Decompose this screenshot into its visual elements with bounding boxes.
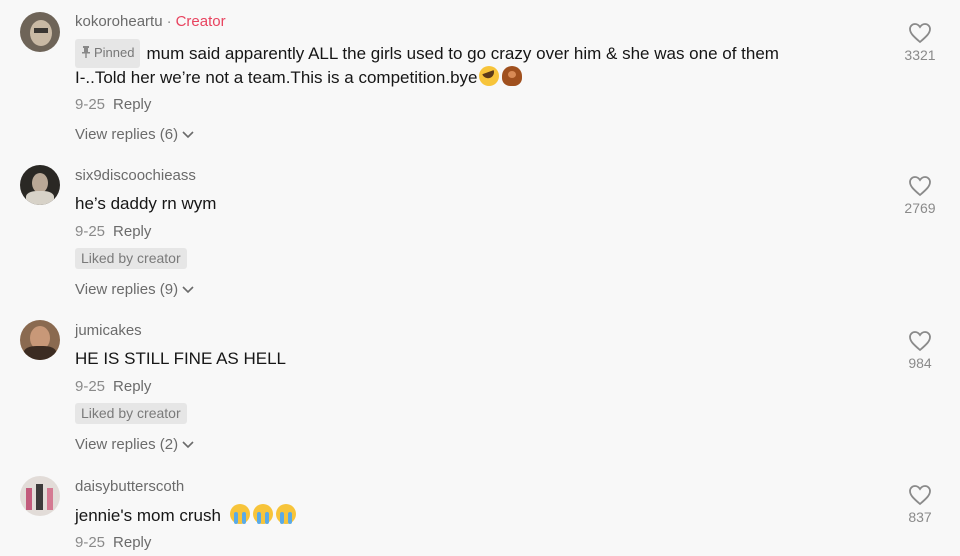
like-button[interactable]: 2769 — [890, 175, 950, 216]
separator-dot: · — [166, 13, 172, 30]
heart-outline-icon — [909, 485, 931, 506]
pinned-badge: Pinned — [75, 39, 141, 68]
comment-item: kokoroheartu · Creator Pinned mum said appa… — [0, 0, 960, 150]
rofl-emoji-icon — [478, 66, 499, 86]
comment-text: Pinned mum said apparently ALL the girls … — [75, 39, 779, 68]
view-replies-button[interactable]: View replies (9) — [75, 281, 194, 298]
orangutan-emoji-icon — [501, 66, 522, 86]
comment-username-row: kokoroheartu · Creator — [75, 13, 226, 30]
comment-text-line2: I-..Told her we’re not a team.This is a … — [75, 68, 478, 87]
comment-date: 9-25 — [75, 534, 106, 551]
like-button[interactable]: 837 — [890, 484, 950, 525]
comment-username[interactable]: jumicakes — [75, 322, 142, 339]
view-replies-label: View replies (2) — [75, 436, 179, 453]
comment-text-line1: jennie's mom crush — [75, 506, 221, 525]
view-replies-button[interactable]: View replies (2) — [75, 436, 194, 453]
pin-icon — [82, 46, 90, 58]
heart-outline-icon — [909, 331, 931, 352]
heart-outline-icon — [909, 23, 931, 44]
reply-button[interactable]: Reply — [113, 534, 151, 551]
comment-text: he’s daddy rn wym — [75, 194, 217, 213]
loudly-crying-emoji-icon — [275, 504, 296, 524]
comment-item: six9discoochieass he’s daddy rn wym 9-25… — [0, 155, 960, 305]
liked-by-creator-badge: Liked by creator — [75, 248, 187, 269]
comment-text: jennie's mom crush — [75, 503, 296, 529]
comment-date: 9-25 — [75, 223, 106, 240]
chevron-down-icon — [182, 286, 194, 294]
comment-text: HE IS STILL FINE AS HELL — [75, 349, 287, 368]
creator-badge: Creator — [175, 13, 226, 30]
like-button[interactable]: 3321 — [890, 22, 950, 63]
comment-meta: 9-25 Reply — [75, 534, 151, 551]
comment-date: 9-25 — [75, 96, 106, 113]
comment-meta: 9-25 Reply — [75, 378, 151, 395]
avatar[interactable] — [20, 476, 60, 516]
avatar[interactable] — [20, 165, 60, 205]
comment-date: 9-25 — [75, 378, 106, 395]
avatar[interactable] — [20, 12, 60, 52]
avatar[interactable] — [20, 320, 60, 360]
like-count: 2769 — [904, 200, 936, 216]
like-count: 3321 — [904, 47, 936, 63]
comment-username[interactable]: six9discoochieass — [75, 167, 196, 184]
view-replies-button[interactable]: View replies (6) — [75, 126, 194, 143]
chevron-down-icon — [182, 131, 194, 139]
heart-outline-icon — [909, 176, 931, 197]
comment-meta: 9-25 Reply — [75, 96, 151, 113]
chevron-down-icon — [182, 441, 194, 449]
comment-text-line1: mum said apparently ALL the girls used t… — [146, 44, 779, 63]
comment-meta: 9-25 Reply — [75, 223, 151, 240]
comment-text-line2-row: I-..Told her we’re not a team.This is a … — [75, 65, 522, 91]
reply-button[interactable]: Reply — [113, 378, 151, 395]
loudly-crying-emoji-icon — [252, 504, 273, 524]
loudly-crying-emoji-icon — [229, 504, 250, 524]
reply-button[interactable]: Reply — [113, 223, 151, 240]
liked-by-creator-badge: Liked by creator — [75, 403, 187, 424]
like-button[interactable]: 984 — [890, 330, 950, 371]
comment-username[interactable]: kokoroheartu — [75, 13, 163, 30]
comment-item: daisybutterscoth jennie's mom crush 9-25… — [0, 466, 960, 556]
comment-item: jumicakes HE IS STILL FINE AS HELL 9-25 R… — [0, 310, 960, 460]
view-replies-label: View replies (9) — [75, 281, 179, 298]
comment-username[interactable]: daisybutterscoth — [75, 478, 184, 495]
reply-button[interactable]: Reply — [113, 96, 151, 113]
pinned-label: Pinned — [94, 45, 135, 60]
view-replies-label: View replies (6) — [75, 126, 179, 143]
like-count: 984 — [908, 355, 932, 371]
like-count: 837 — [908, 509, 932, 525]
